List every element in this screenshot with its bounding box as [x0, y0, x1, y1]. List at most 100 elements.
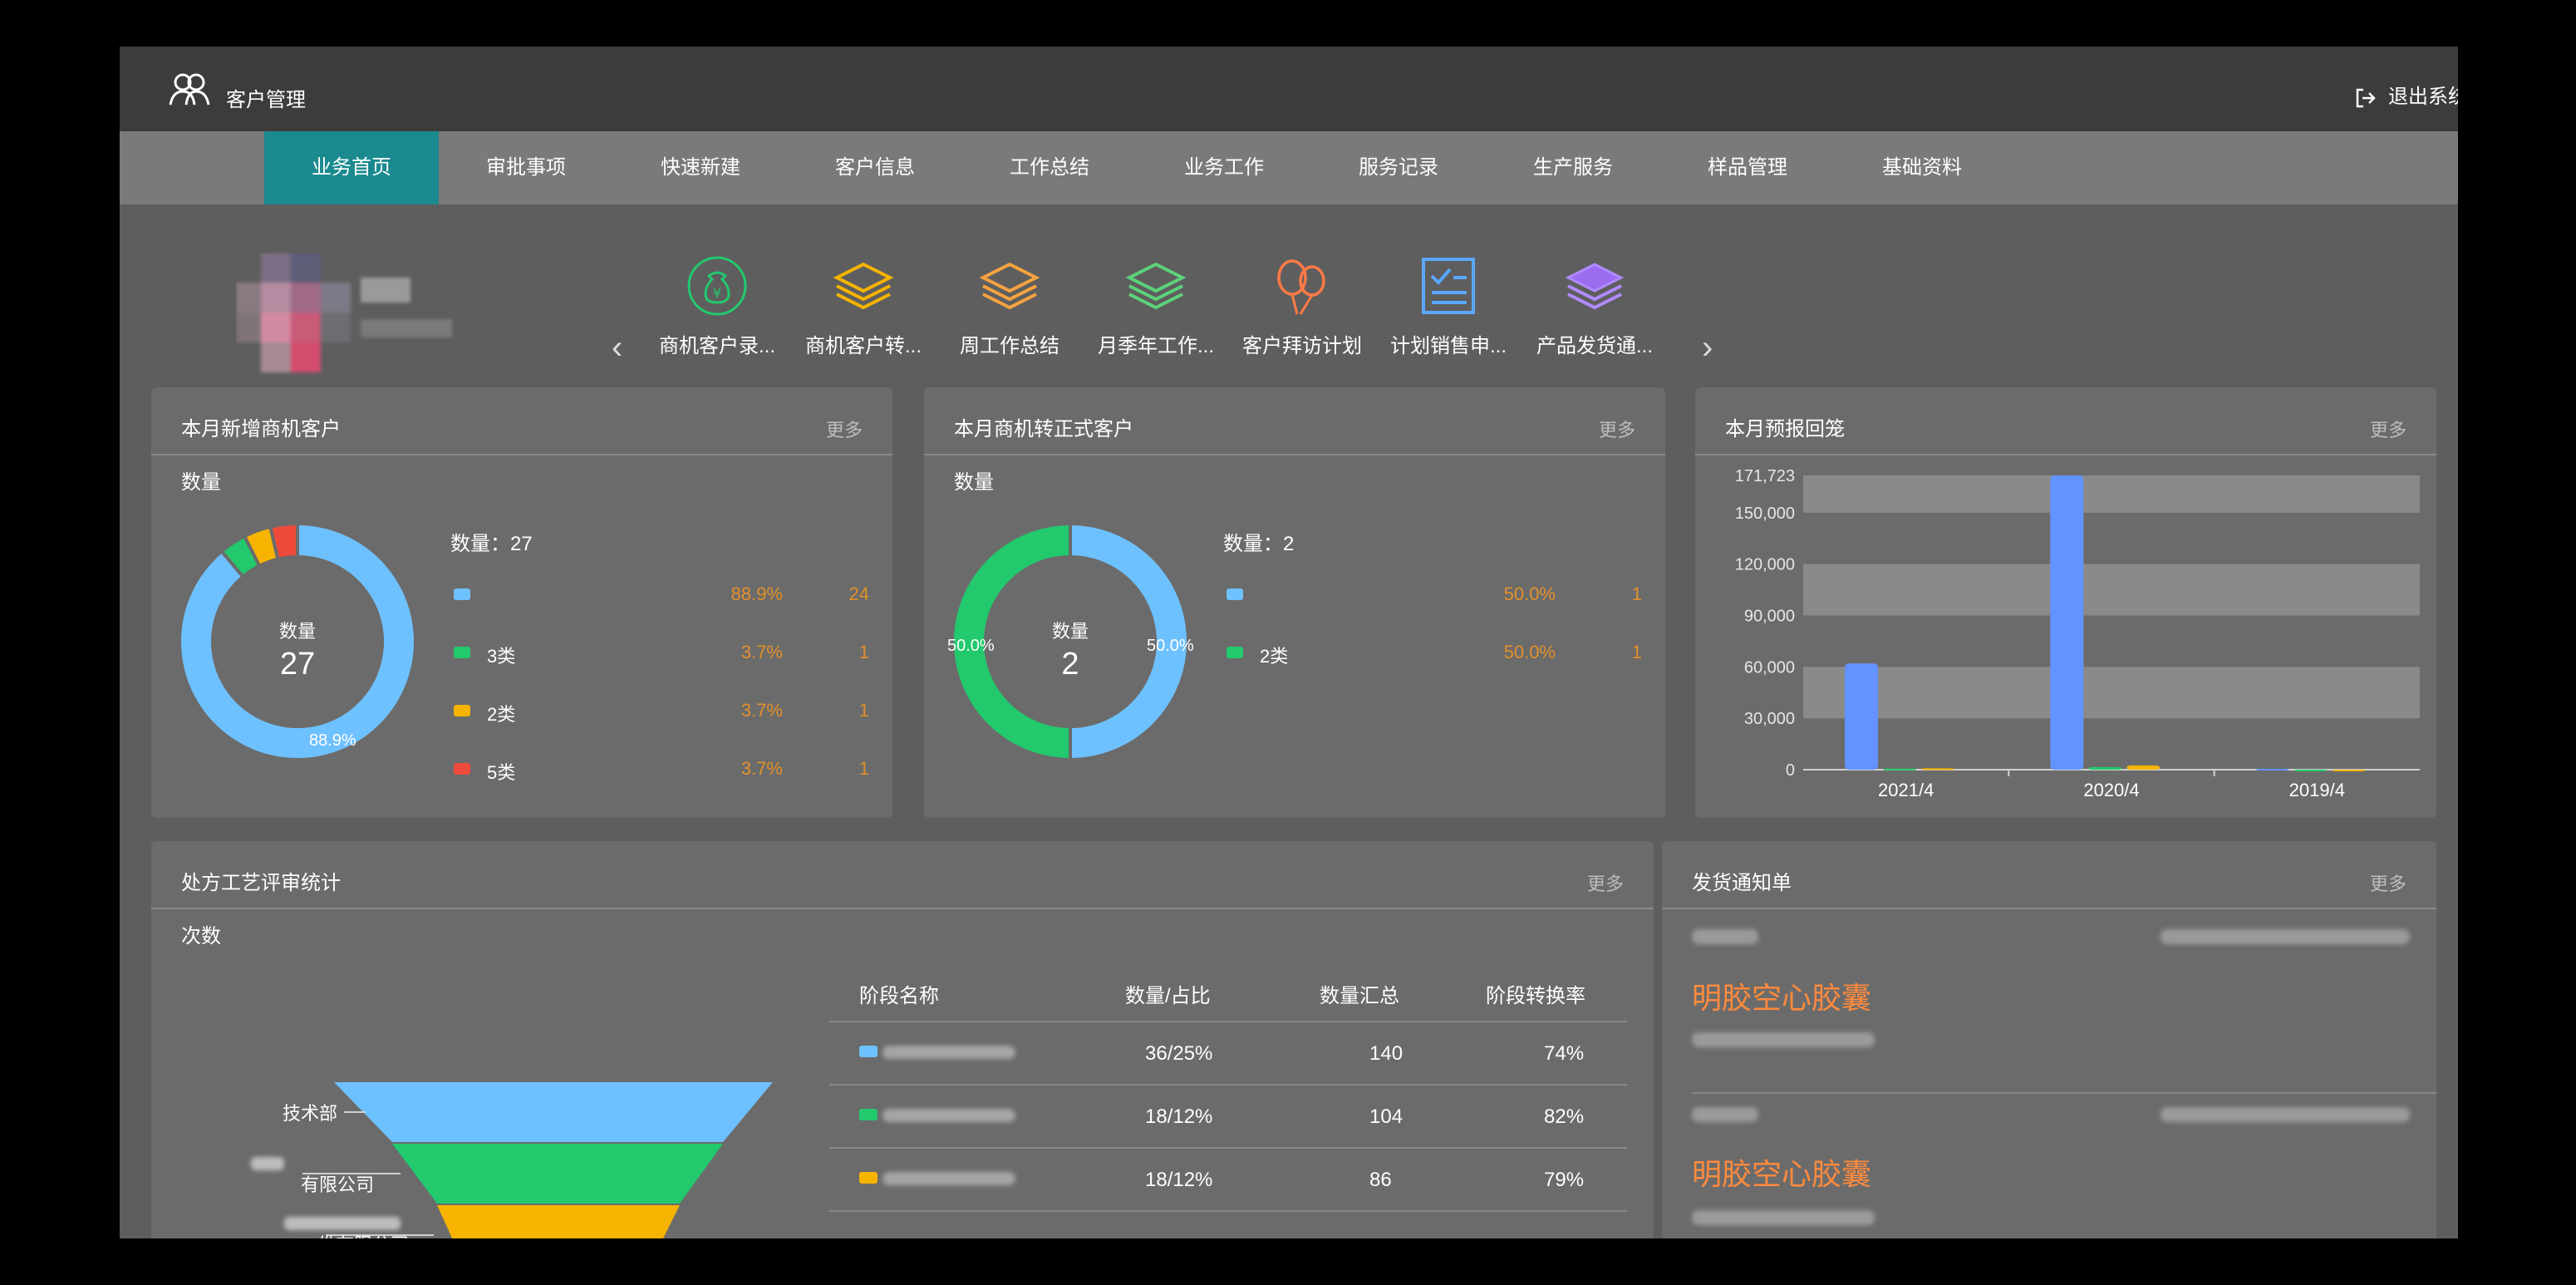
bar[interactable] — [2126, 765, 2161, 770]
legend-percent: 50.0% — [1503, 583, 1556, 604]
column-header: 阶段转换率 — [1486, 985, 1585, 1007]
legend-row[interactable]: 3类 3.7% 1 — [454, 640, 886, 667]
layers-icon — [833, 262, 894, 310]
legend-count: 24 — [848, 583, 869, 604]
chevron-left-icon[interactable]: ‹ — [612, 329, 622, 367]
bar[interactable] — [2332, 770, 2366, 771]
nav-item-production-service[interactable]: 生产服务 — [1486, 131, 1660, 204]
grid-band — [1803, 564, 2420, 616]
panel-header: 发货通知单 更多 — [1662, 841, 2436, 909]
panel-header: 本月预报回笼 更多 — [1695, 387, 2436, 455]
legend-swatch — [1227, 647, 1243, 658]
bar[interactable] — [2255, 768, 2289, 771]
logout-button[interactable]: 退出系统 — [2355, 80, 2458, 109]
bar[interactable] — [2050, 475, 2084, 770]
more-link[interactable]: 更多 — [2370, 869, 2406, 896]
panel-title: 本月商机转正式客户 — [954, 418, 1133, 441]
bar[interactable] — [2088, 766, 2122, 770]
nav-item-quick-create[interactable]: 快速新建 — [613, 131, 788, 204]
shortcut-visit-plan[interactable]: 客户拜访计划 — [1231, 254, 1373, 358]
shortcut-sales-plan[interactable]: 计划销售申... — [1378, 254, 1519, 358]
shortcut-shipping-notice[interactable]: 产品发货通... — [1524, 254, 1665, 358]
more-link[interactable]: 更多 — [1599, 416, 1635, 442]
nav-item-base-data[interactable]: 基础资料 — [1835, 131, 2009, 204]
bar[interactable] — [1921, 768, 1954, 771]
legend-name: 2类 — [1260, 646, 1289, 667]
legend-swatch — [454, 705, 470, 716]
table-row[interactable]: 18/12% 104 82% — [829, 1084, 1627, 1149]
more-link[interactable]: 更多 — [826, 416, 863, 442]
checklist-icon — [1422, 258, 1475, 314]
chevron-right-icon[interactable]: › — [1702, 329, 1713, 367]
panel-new-opportunity-customers: 本月新增商机客户 更多 数量 数量 27 88.9% 数量：27 88.9% 24… — [151, 387, 892, 818]
balloons-icon — [1277, 259, 1325, 315]
nav-item-work-summary[interactable]: 工作总结 — [962, 131, 1137, 204]
total-cell: 86 — [1369, 1169, 1392, 1191]
column-header: 阶段名称 — [859, 985, 939, 1007]
nav-item-customer-info[interactable]: 客户信息 — [788, 131, 962, 204]
legend-row[interactable]: 5类 3.7% 1 — [454, 756, 886, 783]
legend-row[interactable]: 88.9% 24 — [454, 582, 886, 607]
top-bar: 客户管理 退出系统 — [120, 47, 2458, 131]
nav-item-home[interactable]: 业务首页 — [264, 131, 439, 204]
shortcut-opportunity-entry[interactable]: ¥ 商机客户录... — [646, 254, 788, 358]
nav-item-business-work[interactable]: 业务工作 — [1137, 131, 1311, 204]
funnel-stage — [334, 1082, 773, 1142]
ratio-cell: 18/12% — [1145, 1105, 1213, 1128]
legend-count: 1 — [858, 758, 869, 779]
nav-item-service-records[interactable]: 服务记录 — [1311, 131, 1486, 204]
center-value: 2 — [1061, 647, 1079, 682]
row-swatch — [859, 1109, 878, 1120]
ratio-cell: 36/25% — [1145, 1042, 1213, 1065]
panel-title: 本月预报回笼 — [1725, 418, 1845, 441]
list-item[interactable]: 明胶空心胶囊 — [1662, 1104, 2410, 1238]
legend-name: 2类 — [487, 704, 516, 725]
shortcut-label: 计划销售申... — [1389, 335, 1507, 357]
legend-row[interactable]: 50.0% 1 — [1227, 582, 1659, 607]
legend-row[interactable]: 2类 3.7% 1 — [454, 698, 886, 725]
app-window: 客户管理 退出系统 业务首页 审批事项 快速新建 客户信息 工作总结 业务工作 … — [120, 47, 2458, 1238]
shortcut-opportunity-convert[interactable]: 商机客户转... — [793, 254, 934, 358]
table-row[interactable]: 18/12% 86 79% — [829, 1147, 1627, 1212]
legend-name: 3类 — [487, 646, 516, 667]
blurred-stage-name — [882, 1109, 1015, 1122]
legend-count: 1 — [858, 700, 869, 721]
panel-header: 本月商机转正式客户 更多 — [924, 387, 1665, 455]
rate-cell: 82% — [1544, 1105, 1585, 1128]
ratio-cell: 18/12% — [1145, 1169, 1213, 1191]
legend-percent: 50.0% — [1503, 642, 1556, 662]
table-row[interactable]: 36/25% 140 74% — [829, 1021, 1627, 1086]
y-tick-label: 90,000 — [1744, 607, 1795, 625]
panel-title: 发货通知单 — [1692, 872, 1792, 894]
legend-count: 1 — [858, 642, 869, 662]
funnel-label: 有限公司 — [301, 1174, 375, 1195]
more-link[interactable]: 更多 — [1587, 869, 1624, 896]
layers-icon — [979, 262, 1040, 310]
product-name: 明胶空心胶囊 — [1692, 981, 1872, 1015]
bar[interactable] — [2293, 770, 2328, 771]
column-header: 数量/占比 — [1125, 985, 1211, 1007]
y-tick-label: 150,000 — [1735, 505, 1795, 523]
row-swatch — [859, 1046, 878, 1057]
main-nav: 业务首页 审批事项 快速新建 客户信息 工作总结 业务工作 服务记录 生产服务 … — [120, 131, 2458, 204]
funnel-chart — [251, 1082, 773, 1238]
list-item[interactable]: 明胶空心胶囊 — [1662, 924, 2410, 1091]
shortcut-label: 月季年工作... — [1097, 335, 1214, 357]
legend-title: 数量：2 — [1223, 533, 1295, 555]
nav-item-approvals[interactable]: 审批事项 — [439, 131, 613, 204]
shortcut-periodic-summary[interactable]: 月季年工作... — [1085, 254, 1227, 358]
grid-band — [1803, 667, 2420, 719]
slice-label-left: 50.0% — [947, 637, 995, 655]
rate-cell: 74% — [1544, 1042, 1585, 1065]
bar[interactable] — [1883, 768, 1916, 771]
slice-label: 88.9% — [309, 731, 356, 750]
logout-label: 退出系统 — [2388, 86, 2458, 108]
legend-swatch — [1227, 588, 1243, 600]
legend-row[interactable]: 2类 50.0% 1 — [1227, 640, 1659, 667]
nav-item-sample-management[interactable]: 样品管理 — [1660, 131, 1835, 204]
y-tick-label: 0 — [1786, 761, 1795, 780]
y-tick-label: 171,723 — [1735, 467, 1795, 485]
shortcut-weekly-summary[interactable]: 周工作总结 — [939, 254, 1080, 358]
bar[interactable] — [1845, 663, 1878, 770]
more-link[interactable]: 更多 — [2370, 416, 2406, 442]
